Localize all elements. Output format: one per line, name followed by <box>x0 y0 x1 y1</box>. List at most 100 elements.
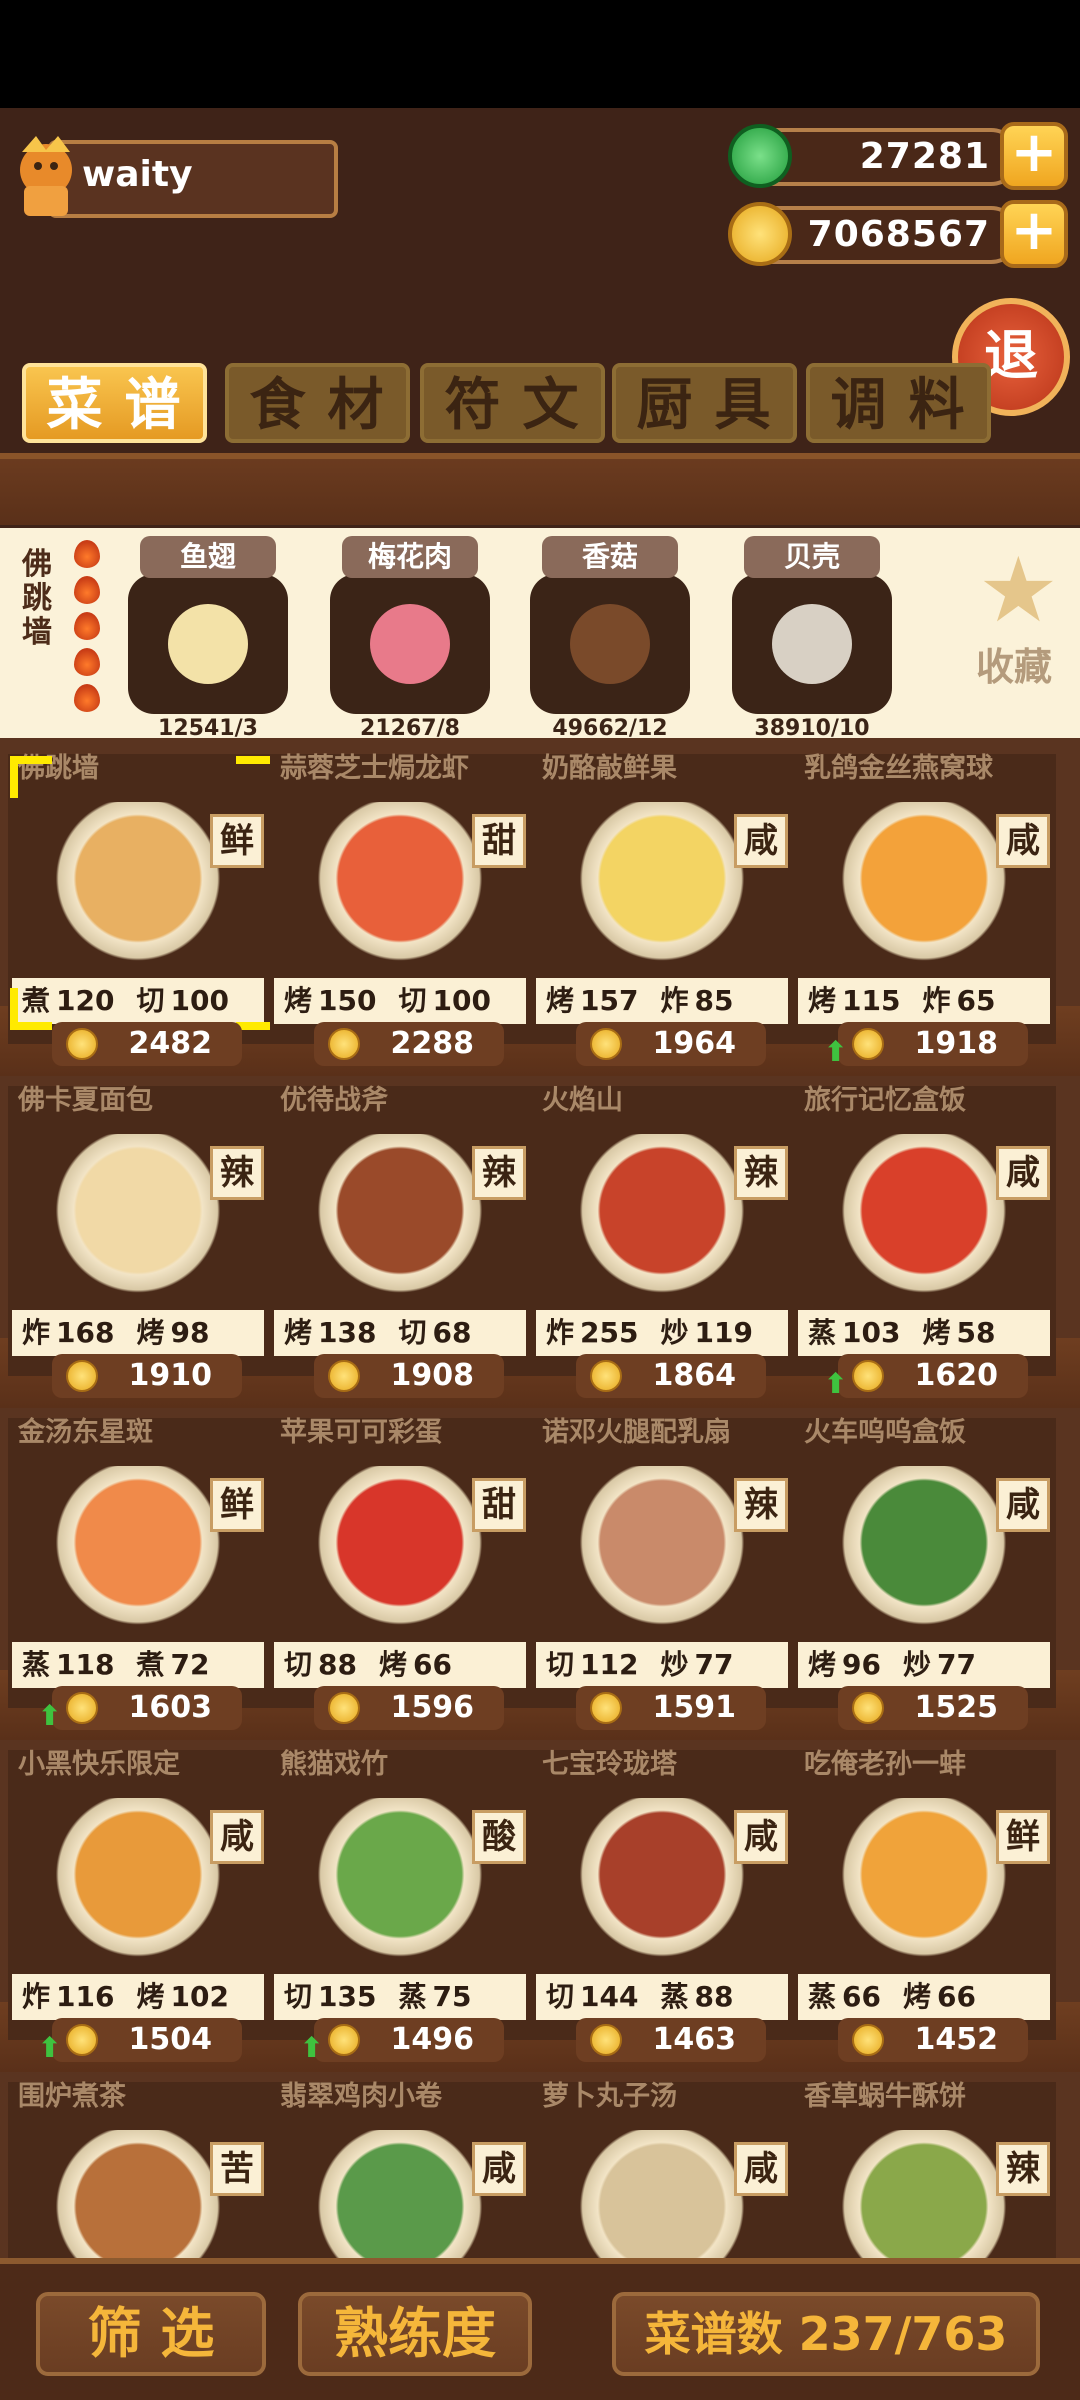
recipe-card[interactable]: 火焰山辣炸 255 炒 119 <box>532 1086 794 1376</box>
recipe-name: 围炉煮茶 <box>18 2081 126 2112</box>
tab-2[interactable]: 符文 <box>420 363 605 443</box>
cooking-stats: 烤 138 切 68 <box>274 1310 526 1356</box>
tab-0[interactable]: 菜谱 <box>22 363 207 443</box>
recipe-card[interactable]: 佛卡夏面包辣炸 168 烤 98 <box>8 1086 270 1376</box>
add-coins-button[interactable]: + <box>1000 200 1068 268</box>
stat-method: 炸 <box>546 1316 575 1349</box>
stat-method: 烤 <box>284 984 313 1017</box>
up-arrow-icon: ⬆ <box>300 2031 324 2064</box>
stat-method: 烤 <box>902 1980 931 2013</box>
recipe-card[interactable]: 火车呜呜盒饭咸烤 96 炒 77 <box>794 1418 1056 1708</box>
recipe-card[interactable]: 苹果可可彩蛋甜切 88 烤 66 <box>270 1418 532 1708</box>
price-pill: 1910 <box>52 1354 242 1398</box>
ingredient-slot[interactable]: 香菇 49662/12 <box>530 536 690 741</box>
price-value: 1504 <box>128 2022 213 2057</box>
taste-badge: 鲜 <box>210 1478 264 1532</box>
tab-3[interactable]: 厨具 <box>612 363 797 443</box>
coin-icon <box>590 1692 622 1724</box>
stat-method: 炒 <box>660 1316 689 1349</box>
coin-icon <box>590 2024 622 2056</box>
stat-method: 蒸 <box>22 1648 51 1681</box>
cooking-stats: 切 135 蒸 75 <box>274 1974 526 2020</box>
recipe-card[interactable]: 佛跳墙鲜煮 120 切 100 <box>8 754 278 1044</box>
price-pill: 1964 <box>576 1022 766 1066</box>
taste-badge: 辣 <box>734 1478 788 1532</box>
cooking-stats: 烤 150 切 100 <box>274 978 526 1024</box>
taste-badge: 苦 <box>210 2142 264 2196</box>
stat-value: 100 <box>170 984 229 1017</box>
tab-4[interactable]: 调料 <box>806 363 991 443</box>
recipe-card[interactable]: 熊猫戏竹酸切 135 蒸 75 <box>270 1750 532 2040</box>
stat-method: 切 <box>546 1980 575 2013</box>
price-value: 1596 <box>390 1690 475 1725</box>
jade-icon <box>728 124 792 188</box>
ingredient-name: 梅花肉 <box>342 536 478 578</box>
price-pill: 1864 <box>576 1354 766 1398</box>
price-pill: 2482 <box>52 1022 242 1066</box>
stat-method: 烤 <box>808 984 837 1017</box>
coin-icon <box>328 1692 360 1724</box>
cooking-stats: 烤 115 炸 65 <box>798 978 1050 1024</box>
stat-value: 68 <box>432 1316 472 1349</box>
player-name: waity <box>82 154 193 195</box>
stat-value: 88 <box>694 1980 734 2013</box>
recipe-card[interactable]: 诺邓火腿配乳扇辣切 112 炒 77 <box>532 1418 794 1708</box>
price-pill: 1596 <box>314 1686 504 1730</box>
recipe-name: 旅行记忆盒饭 <box>804 1085 966 1116</box>
stat-value: 168 <box>56 1316 115 1349</box>
filter-button[interactable]: 筛 选 <box>36 2292 266 2376</box>
recipe-card[interactable]: 旅行记忆盒饭咸蒸 103 烤 58 <box>794 1086 1056 1376</box>
stat-value: 75 <box>432 1980 472 2013</box>
stat-value: 65 <box>956 984 996 1017</box>
recipe-card[interactable]: 小黑快乐限定咸炸 116 烤 102 <box>8 1750 270 2040</box>
stat-value: 66 <box>413 1648 452 1681</box>
ingredient-image <box>570 604 650 684</box>
favorite-star-icon[interactable]: ★ <box>978 538 1059 643</box>
tab-1[interactable]: 食材 <box>225 363 410 443</box>
cooking-stats: 蒸 66 烤 66 <box>798 1974 1050 2020</box>
price-pill: 1908 <box>314 1354 504 1398</box>
jade-value: 27281 <box>859 136 990 177</box>
cooking-stats: 烤 96 炒 77 <box>798 1642 1050 1688</box>
taste-badge: 甜 <box>472 814 526 868</box>
recipe-card[interactable]: 七宝玲珑塔咸切 144 蒸 88 <box>532 1750 794 2040</box>
recipe-card[interactable]: 吃俺老孙一蚌鲜蒸 66 烤 66 <box>794 1750 1056 2040</box>
price-value: 2482 <box>128 1026 213 1061</box>
ingredient-slot[interactable]: 贝壳 38910/10 <box>732 536 892 741</box>
ingredient-slot[interactable]: 鱼翅 12541/3 <box>128 536 288 741</box>
coin-icon <box>66 1360 98 1392</box>
stat-method: 炸 <box>22 1980 51 2013</box>
recipe-card[interactable]: 蒜蓉芝士焗龙虾甜烤 150 切 100 <box>270 754 532 1044</box>
stat-value: 72 <box>170 1648 210 1681</box>
dish-image <box>562 802 762 972</box>
recipe-card[interactable]: 优待战斧辣烤 138 切 68 <box>270 1086 532 1376</box>
cooking-stats: 切 112 炒 77 <box>536 1642 788 1688</box>
favorite-label[interactable]: 收藏 <box>976 636 1052 691</box>
price-pill: ⬆ 1603 <box>38 1686 242 1732</box>
coin-icon <box>728 202 792 266</box>
coin-icon <box>590 1028 622 1060</box>
stat-method: 炸 <box>22 1316 51 1349</box>
recipe-card[interactable]: 乳鸽金丝燕窝球咸烤 115 炸 65 <box>794 754 1056 1044</box>
proficiency-button[interactable]: 熟练度 <box>298 2292 532 2376</box>
stat-value: 116 <box>56 1980 115 2013</box>
recipe-card[interactable]: 金汤东星斑鲜蒸 118 煮 72 <box>8 1418 270 1708</box>
up-arrow-icon: ⬆ <box>824 1367 848 1400</box>
stat-value: 115 <box>842 984 901 1017</box>
chef-avatar-icon[interactable] <box>6 130 84 222</box>
selection-corner <box>10 756 52 798</box>
taste-badge: 咸 <box>996 1146 1050 1200</box>
coin-icon <box>66 2024 98 2056</box>
dish-image <box>38 1134 238 1304</box>
cooking-stats: 切 144 蒸 88 <box>536 1974 788 2020</box>
coin-icon <box>852 1692 884 1724</box>
ingredient-slot[interactable]: 梅花肉 21267/8 <box>330 536 490 741</box>
recipe-name: 萝卜丸子汤 <box>542 2081 677 2112</box>
price-value: 1463 <box>652 2022 737 2057</box>
stat-value: 88 <box>318 1648 357 1681</box>
stat-value: 96 <box>842 1648 881 1681</box>
stat-value: 77 <box>694 1648 734 1681</box>
stat-value: 112 <box>580 1648 639 1681</box>
add-jade-button[interactable]: + <box>1000 122 1068 190</box>
recipe-card[interactable]: 奶酪敲鲜果咸烤 157 炸 85 <box>532 754 794 1044</box>
